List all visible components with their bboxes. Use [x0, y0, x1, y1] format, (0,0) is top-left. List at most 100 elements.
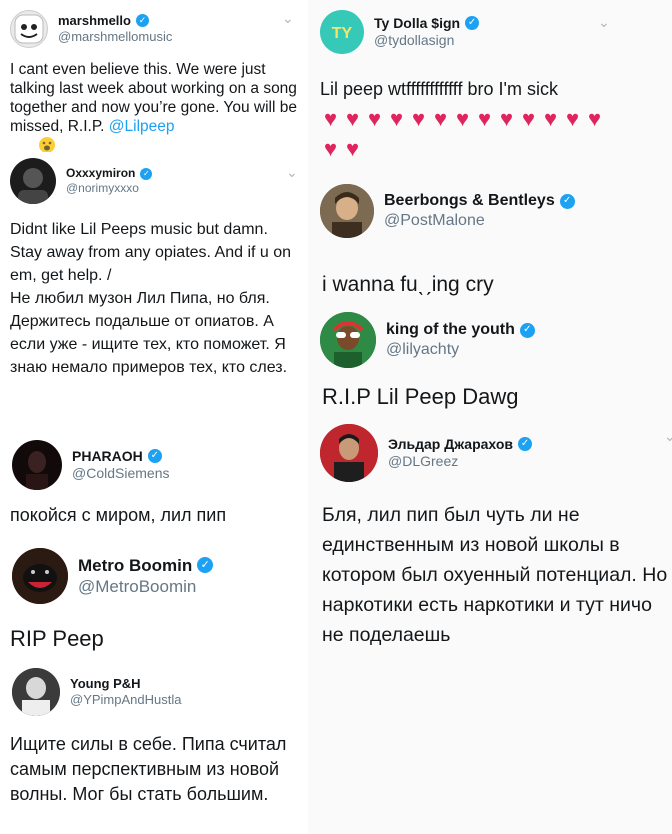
tweet-text: Ищите силы в себе. Пипа считал самым пер… [10, 734, 292, 804]
red-heart-icon: ♥ [499, 106, 515, 131]
chevron-down-icon[interactable]: ⌄ [598, 14, 610, 31]
display-name-text: Young P&H [70, 675, 141, 691]
chevron-down-icon[interactable]: ⌄ [664, 428, 672, 445]
tweet-header: marshmello ✓ @marshmellomusic [10, 10, 172, 48]
tweet-header: king of the youth ✓ @lilyachty [320, 312, 535, 368]
user-handle[interactable]: @marshmellomusic [58, 29, 172, 45]
profile-photo-icon [18, 168, 48, 204]
verified-badge-icon: ✓ [135, 14, 149, 28]
avatar[interactable] [10, 10, 48, 48]
red-heart-icon: ♥ [367, 106, 383, 131]
tweet-metro-boomin[interactable]: Metro Boomin ✓ @MetroBoomin RIP Peep [0, 540, 308, 664]
tweet-header: TY Ty Dolla $ign ✓ @tydollasign [320, 10, 480, 54]
profile-photo-icon [320, 424, 378, 482]
verified-badge-icon: ✓ [559, 193, 575, 209]
heart-emoji-row: ♥ ♥ ♥ ♥ ♥ ♥ ♥ ♥ ♥ ♥ ♥ ♥ ♥♥ ♥ [320, 104, 610, 164]
tweet-text: I cant even believe this. We were just t… [10, 60, 300, 152]
user-handle[interactable]: @ColdSiemens [72, 465, 169, 483]
tweet-header: Oxxxymiron ✓ @norimyxxxo [10, 158, 153, 204]
logo-icon: TY [320, 10, 364, 54]
display-name[interactable]: PHARAOH ✓ [72, 448, 169, 466]
tweet-ty-dolla-sign[interactable]: TY Ty Dolla $ign ✓ @tydollasign ⌄ Lil pe… [308, 0, 672, 176]
display-name-text: marshmello [58, 12, 131, 28]
tweet-young-ph[interactable]: Young P&H @YPimpAndHustla Ищите силы в с… [0, 664, 308, 834]
red-heart-icon: ♥ [521, 106, 537, 131]
red-heart-icon: ♥ [455, 106, 471, 131]
red-heart-icon: ♥ [345, 136, 361, 161]
chevron-down-icon[interactable]: ⌄ [286, 164, 298, 181]
display-name[interactable]: Young P&H [70, 676, 181, 692]
avatar[interactable] [320, 424, 378, 482]
red-heart-icon: ♥ [543, 106, 559, 131]
red-heart-icon: ♥ [323, 106, 339, 131]
verified-badge-icon: ✓ [519, 322, 535, 338]
avatar[interactable]: TY [320, 10, 364, 54]
left-column: marshmello ✓ @marshmellomusic ⌄ I cant e… [0, 0, 308, 834]
display-name-text: Beerbongs & Bentleys [384, 192, 555, 209]
user-handle[interactable]: @norimyxxxo [66, 181, 152, 196]
tweet-post-malone[interactable]: Beerbongs & Bentleys ✓ @PostMalone i wan… [308, 176, 672, 308]
display-name-text: Oxxxymiron [66, 166, 136, 180]
tweet-header: Эльдар Джарахов ✓ @DLGreez [320, 424, 533, 482]
verified-badge-icon: ✓ [140, 167, 153, 180]
right-column: TY Ty Dolla $ign ✓ @tydollasign ⌄ Lil pe… [308, 0, 672, 834]
profile-photo-icon [320, 312, 376, 368]
verified-badge-icon: ✓ [518, 437, 533, 452]
chevron-down-icon[interactable]: ⌄ [282, 10, 294, 27]
verified-badge-icon: ✓ [465, 16, 480, 31]
red-heart-icon: ♥ [389, 106, 405, 131]
user-handle[interactable]: @PostMalone [384, 211, 575, 231]
svg-text:TY: TY [332, 25, 353, 42]
display-name-text: Metro Boomin [78, 555, 193, 575]
tweet-lil-yachty[interactable]: king of the youth ✓ @lilyachty R.I.P Lil… [308, 308, 672, 420]
tweet-text: Didnt like Lil Peeps music but damn. Sta… [10, 221, 292, 376]
marshmello-face-icon [14, 14, 44, 44]
display-name[interactable]: marshmello ✓ [58, 13, 172, 29]
tweet-oxxxymiron[interactable]: Oxxxymiron ✓ @norimyxxxo ⌄ Didnt like Li… [0, 152, 308, 434]
red-heart-icon: ♥ [411, 106, 427, 131]
verified-badge-icon: ✓ [197, 557, 214, 574]
profile-photo-icon [26, 451, 48, 490]
tweet-marshmello[interactable]: marshmello ✓ @marshmellomusic ⌄ I cant e… [0, 0, 308, 152]
user-handle[interactable]: @lilyachty [386, 340, 535, 360]
avatar[interactable] [10, 158, 56, 204]
user-handle[interactable]: @tydollasign [374, 32, 479, 50]
red-heart-icon: ♥ [565, 106, 581, 131]
avatar[interactable] [12, 548, 68, 604]
user-handle[interactable]: @YPimpAndHustla [70, 692, 181, 708]
tweet-text: Lil peep wtffffffffffff bro I'm sick [320, 79, 558, 99]
dog-icon [12, 548, 68, 604]
red-heart-icon: ♥ [477, 106, 493, 131]
tweet-text: Бля, лил пип был чуть ли не единственным… [322, 504, 668, 646]
display-name-text: Ty Dolla $ign [374, 14, 461, 31]
display-name[interactable]: king of the youth ✓ [386, 320, 535, 340]
tweet-header: Metro Boomin ✓ @MetroBoomin [12, 548, 214, 604]
avatar[interactable] [320, 184, 374, 238]
profile-photo-icon [320, 184, 374, 238]
display-name[interactable]: Oxxxymiron ✓ [66, 166, 153, 181]
avatar[interactable] [320, 312, 376, 368]
display-name[interactable]: Ty Dolla $ign ✓ [374, 14, 480, 33]
tweet-header: PHARAOH ✓ @ColdSiemens [12, 440, 169, 490]
avatar[interactable] [12, 668, 60, 716]
tweet-text: i wanna fuˎˏing cry [322, 273, 494, 296]
red-heart-icon: ♥ [433, 106, 449, 131]
profile-photo-icon [12, 668, 60, 716]
user-handle[interactable]: @MetroBoomin [78, 576, 213, 597]
tweet-header: Young P&H @YPimpAndHustla [12, 668, 181, 716]
tweet-header: Beerbongs & Bentleys ✓ @PostMalone [320, 184, 575, 238]
red-heart-icon: ♥ [345, 106, 361, 131]
user-handle[interactable]: @DLGreez [388, 453, 532, 471]
mention-link[interactable]: @Lilpeep [109, 118, 175, 135]
display-name[interactable]: Metro Boomin ✓ [78, 555, 214, 576]
tweet-text: покойся с миром, лил пип [10, 505, 227, 525]
tweet-text: R.I.P Lil Peep Dawg [322, 384, 519, 409]
display-name[interactable]: Beerbongs & Bentleys ✓ [384, 191, 575, 211]
tweet-dlgreez[interactable]: Эльдар Джарахов ✓ @DLGreez ⌄ Бля, лил пи… [308, 420, 672, 834]
avatar[interactable] [12, 440, 62, 490]
display-name[interactable]: Эльдар Джарахов ✓ [388, 435, 533, 454]
red-heart-icon: ♥ [323, 136, 339, 161]
tweet-pharaoh[interactable]: PHARAOH ✓ @ColdSiemens покойся с миром, … [0, 434, 308, 540]
display-name-text: Эльдар Джарахов [388, 435, 514, 452]
display-name-text: king of the youth [386, 321, 515, 338]
